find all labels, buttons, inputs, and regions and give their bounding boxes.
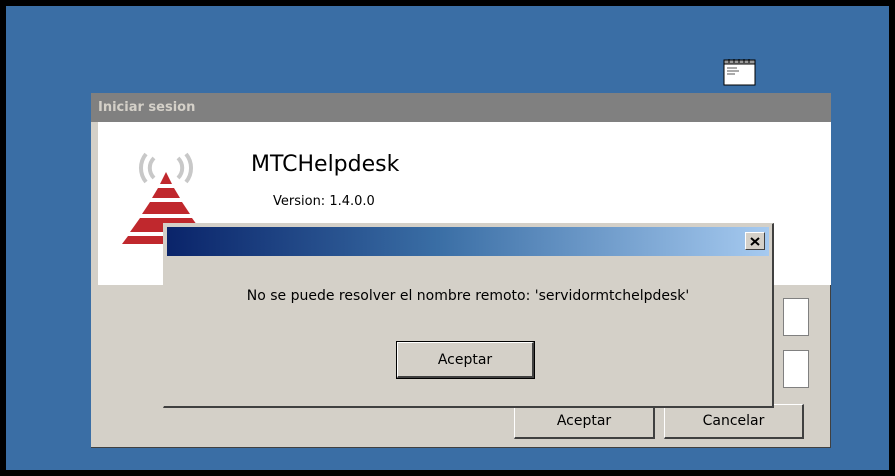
notepad-icon[interactable] xyxy=(723,58,756,86)
close-button[interactable] xyxy=(745,232,765,250)
error-dialog: No se puede resolver el nombre remoto: '… xyxy=(163,223,774,408)
error-ok-button[interactable]: Aceptar xyxy=(396,341,535,379)
error-message: No se puede resolver el nombre remoto: '… xyxy=(246,288,690,304)
app-version: Version: 1.4.0.0 xyxy=(273,194,375,209)
app-name: MTCHelpdesk xyxy=(251,152,400,177)
error-dialog-titlebar[interactable] xyxy=(167,227,769,256)
login-ok-button[interactable]: Aceptar xyxy=(514,404,655,439)
close-icon xyxy=(750,236,760,246)
password-field[interactable] xyxy=(783,350,809,388)
login-window-title[interactable]: Iniciar sesion xyxy=(91,93,831,122)
login-cancel-button[interactable]: Cancelar xyxy=(664,404,804,439)
username-field[interactable] xyxy=(783,298,809,336)
desktop: Iniciar sesion MTCHelpdesk Version: 1.4.… xyxy=(0,0,895,476)
